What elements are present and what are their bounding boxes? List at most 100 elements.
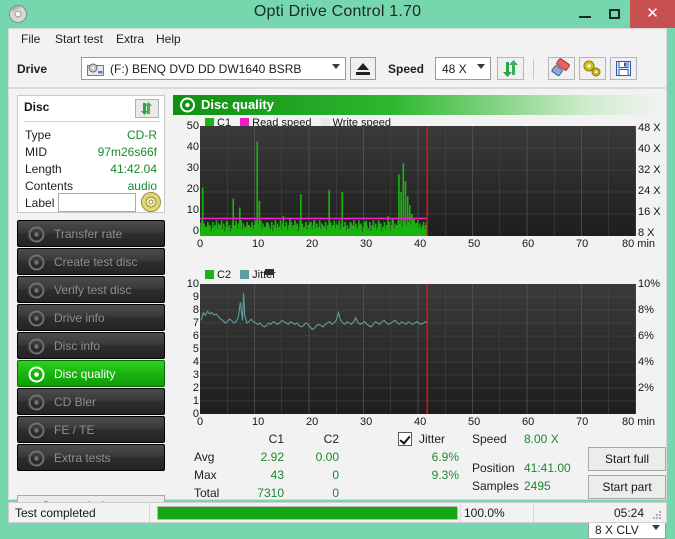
samples-info-label: Samples <box>472 479 519 493</box>
minimize-button[interactable] <box>570 0 600 28</box>
sidebar-item-extra-tests[interactable]: Extra tests <box>17 444 165 471</box>
close-icon: ✕ <box>646 5 659 22</box>
c2-jitter-chart-plot[interactable] <box>200 284 637 414</box>
chart2-y2tick-10: 10% <box>638 278 661 290</box>
disc-divider <box>24 121 160 122</box>
stats-max-jitter: 9.3% <box>431 468 459 482</box>
sidebar-item-cd-bler[interactable]: CD Bler <box>17 388 165 415</box>
stats-row-total-label: Total <box>194 486 220 500</box>
jitter-checkbox[interactable] <box>398 432 412 446</box>
position-info-value: 41:41.00 <box>524 461 571 475</box>
chart-title: Disc quality <box>201 97 274 112</box>
speed-value: 48 X <box>442 62 467 76</box>
main-panel: Disc Type CD-R MID 97m26s66f Length 41:4… <box>8 88 667 539</box>
chart2-ytick-0: 0 <box>192 408 199 420</box>
chart1-ytick-0: 0 <box>192 225 199 237</box>
menu-item-extra[interactable]: Extra <box>110 32 150 48</box>
speed-info-value: 8.00 X <box>524 432 559 446</box>
title-bar: Opti Drive Control 1.70 ✕ <box>0 0 675 28</box>
disc-info-box: Disc Type CD-R MID 97m26s66f Length 41:4… <box>17 95 165 213</box>
disc-icon <box>28 450 45 467</box>
start-full-button[interactable]: Start full <box>588 447 666 471</box>
chart2-ytick-3: 3 <box>192 369 199 381</box>
refresh-icon <box>503 60 518 77</box>
stats-avg-c1: 2.92 <box>260 450 284 464</box>
sidebar-item-fe-te[interactable]: FE / TE <box>17 416 165 443</box>
chart2-ytick-6: 6 <box>192 330 199 342</box>
sidebar-item-label: Create test disc <box>54 255 138 269</box>
sidebar-item-disc-info[interactable]: Disc info <box>17 332 165 359</box>
chart2-xtick-30: 30 <box>360 416 373 428</box>
settings-button[interactable] <box>579 57 606 80</box>
sidebar-item-transfer-rate[interactable]: Transfer rate <box>17 220 165 247</box>
chart2-y2tick-8: 8% <box>638 304 654 316</box>
cd-icon[interactable] <box>140 191 162 213</box>
chart1-y2tick-16: 16 X <box>638 206 661 218</box>
disc-icon <box>28 226 45 243</box>
disc-length-label: Length <box>25 162 62 176</box>
disc-label-input[interactable] <box>58 193 136 212</box>
progress-bar <box>157 506 458 520</box>
disc-write-icon <box>28 254 45 271</box>
c1-chart-plot[interactable] <box>200 126 637 236</box>
chevron-down-icon <box>332 64 340 69</box>
start-part-button[interactable]: Start part <box>588 475 666 499</box>
sidebar-item-drive-info[interactable]: Drive info <box>17 304 165 331</box>
drive-icon <box>28 310 45 327</box>
statusbar-separator-1 <box>149 503 150 522</box>
chart1-ytick-10: 10 <box>186 204 199 216</box>
chart1-xtick-80: 80 min <box>622 238 656 250</box>
refresh-button[interactable] <box>497 57 524 80</box>
chart1-xtick-40: 40 <box>414 238 427 250</box>
sidebar-item-verify-test-disc[interactable]: Verify test disc <box>17 276 165 303</box>
drive-value: (F:) BENQ DVD DD DW1640 BSRB <box>110 62 302 76</box>
menu-item-start-test[interactable]: Start test <box>49 32 109 48</box>
menu-item-help[interactable]: Help <box>150 32 187 48</box>
disc-contents-label: Contents <box>25 179 74 193</box>
chart-header: Disc quality <box>173 95 660 115</box>
chart1-xtick-10: 10 <box>252 238 265 250</box>
eject-button[interactable] <box>350 57 376 80</box>
disc-mid-label: MID <box>25 145 47 159</box>
chart1-xtick-30: 30 <box>360 238 373 250</box>
stats-total-c1: 7310 <box>257 486 284 500</box>
statusbar-separator-3 <box>533 503 534 522</box>
chart1-y2tick-48: 48 X <box>638 122 661 134</box>
maximize-button[interactable] <box>600 0 630 28</box>
app-window: Opti Drive Control 1.70 ✕ File Start tes… <box>0 0 675 539</box>
disc-mid-value: 97m26s66f <box>97 145 157 159</box>
drive-toolbar: Drive (F:) BENQ DVD DD DW1640 BSRB Speed… <box>8 50 667 88</box>
status-message: Test completed <box>15 506 96 520</box>
chart1-y2tick-40: 40 X <box>638 143 661 155</box>
speed-select[interactable]: 48 X <box>435 57 491 80</box>
chart1-xtick-60: 60 <box>522 238 535 250</box>
resize-grip[interactable] <box>653 511 662 520</box>
stats-col-c2: C2 <box>323 432 339 446</box>
stats-avg-jitter: 6.9% <box>431 450 459 464</box>
disc-icon <box>28 394 45 411</box>
chart2-ytick-1: 1 <box>192 395 199 407</box>
close-button[interactable]: ✕ <box>630 0 675 28</box>
drive-select[interactable]: (F:) BENQ DVD DD DW1640 BSRB <box>81 57 346 80</box>
chart2-xtick-0: 0 <box>197 416 204 428</box>
disc-refresh-button[interactable] <box>135 99 159 118</box>
progress-percent: 100.0% <box>464 506 505 520</box>
progress-bar-fill <box>158 507 457 519</box>
chart2-ytick-2: 2 <box>192 382 199 394</box>
position-info-label: Position <box>472 461 515 475</box>
sidebar-item-label: CD Bler <box>54 395 97 409</box>
legend-swatch-jitter <box>240 270 250 279</box>
sidebar-item-create-test-disc[interactable]: Create test disc <box>17 248 165 275</box>
drive-icon <box>87 62 104 77</box>
save-button[interactable] <box>610 57 637 80</box>
erase-button[interactable] <box>548 57 575 80</box>
sidebar-item-label: Extra tests <box>54 451 111 465</box>
speed-info-label: Speed <box>472 432 507 446</box>
stats-row-avg-label: Avg <box>194 450 215 464</box>
menu-item-file[interactable]: File <box>15 32 46 48</box>
chart1-ytick-40: 40 <box>186 141 199 153</box>
chart2-ytick-9: 9 <box>192 291 199 303</box>
sidebar-item-disc-quality[interactable]: Disc quality <box>17 360 165 387</box>
chart1-y2tick-32: 32 X <box>638 164 661 176</box>
chart1-xtick-0: 0 <box>197 238 204 250</box>
